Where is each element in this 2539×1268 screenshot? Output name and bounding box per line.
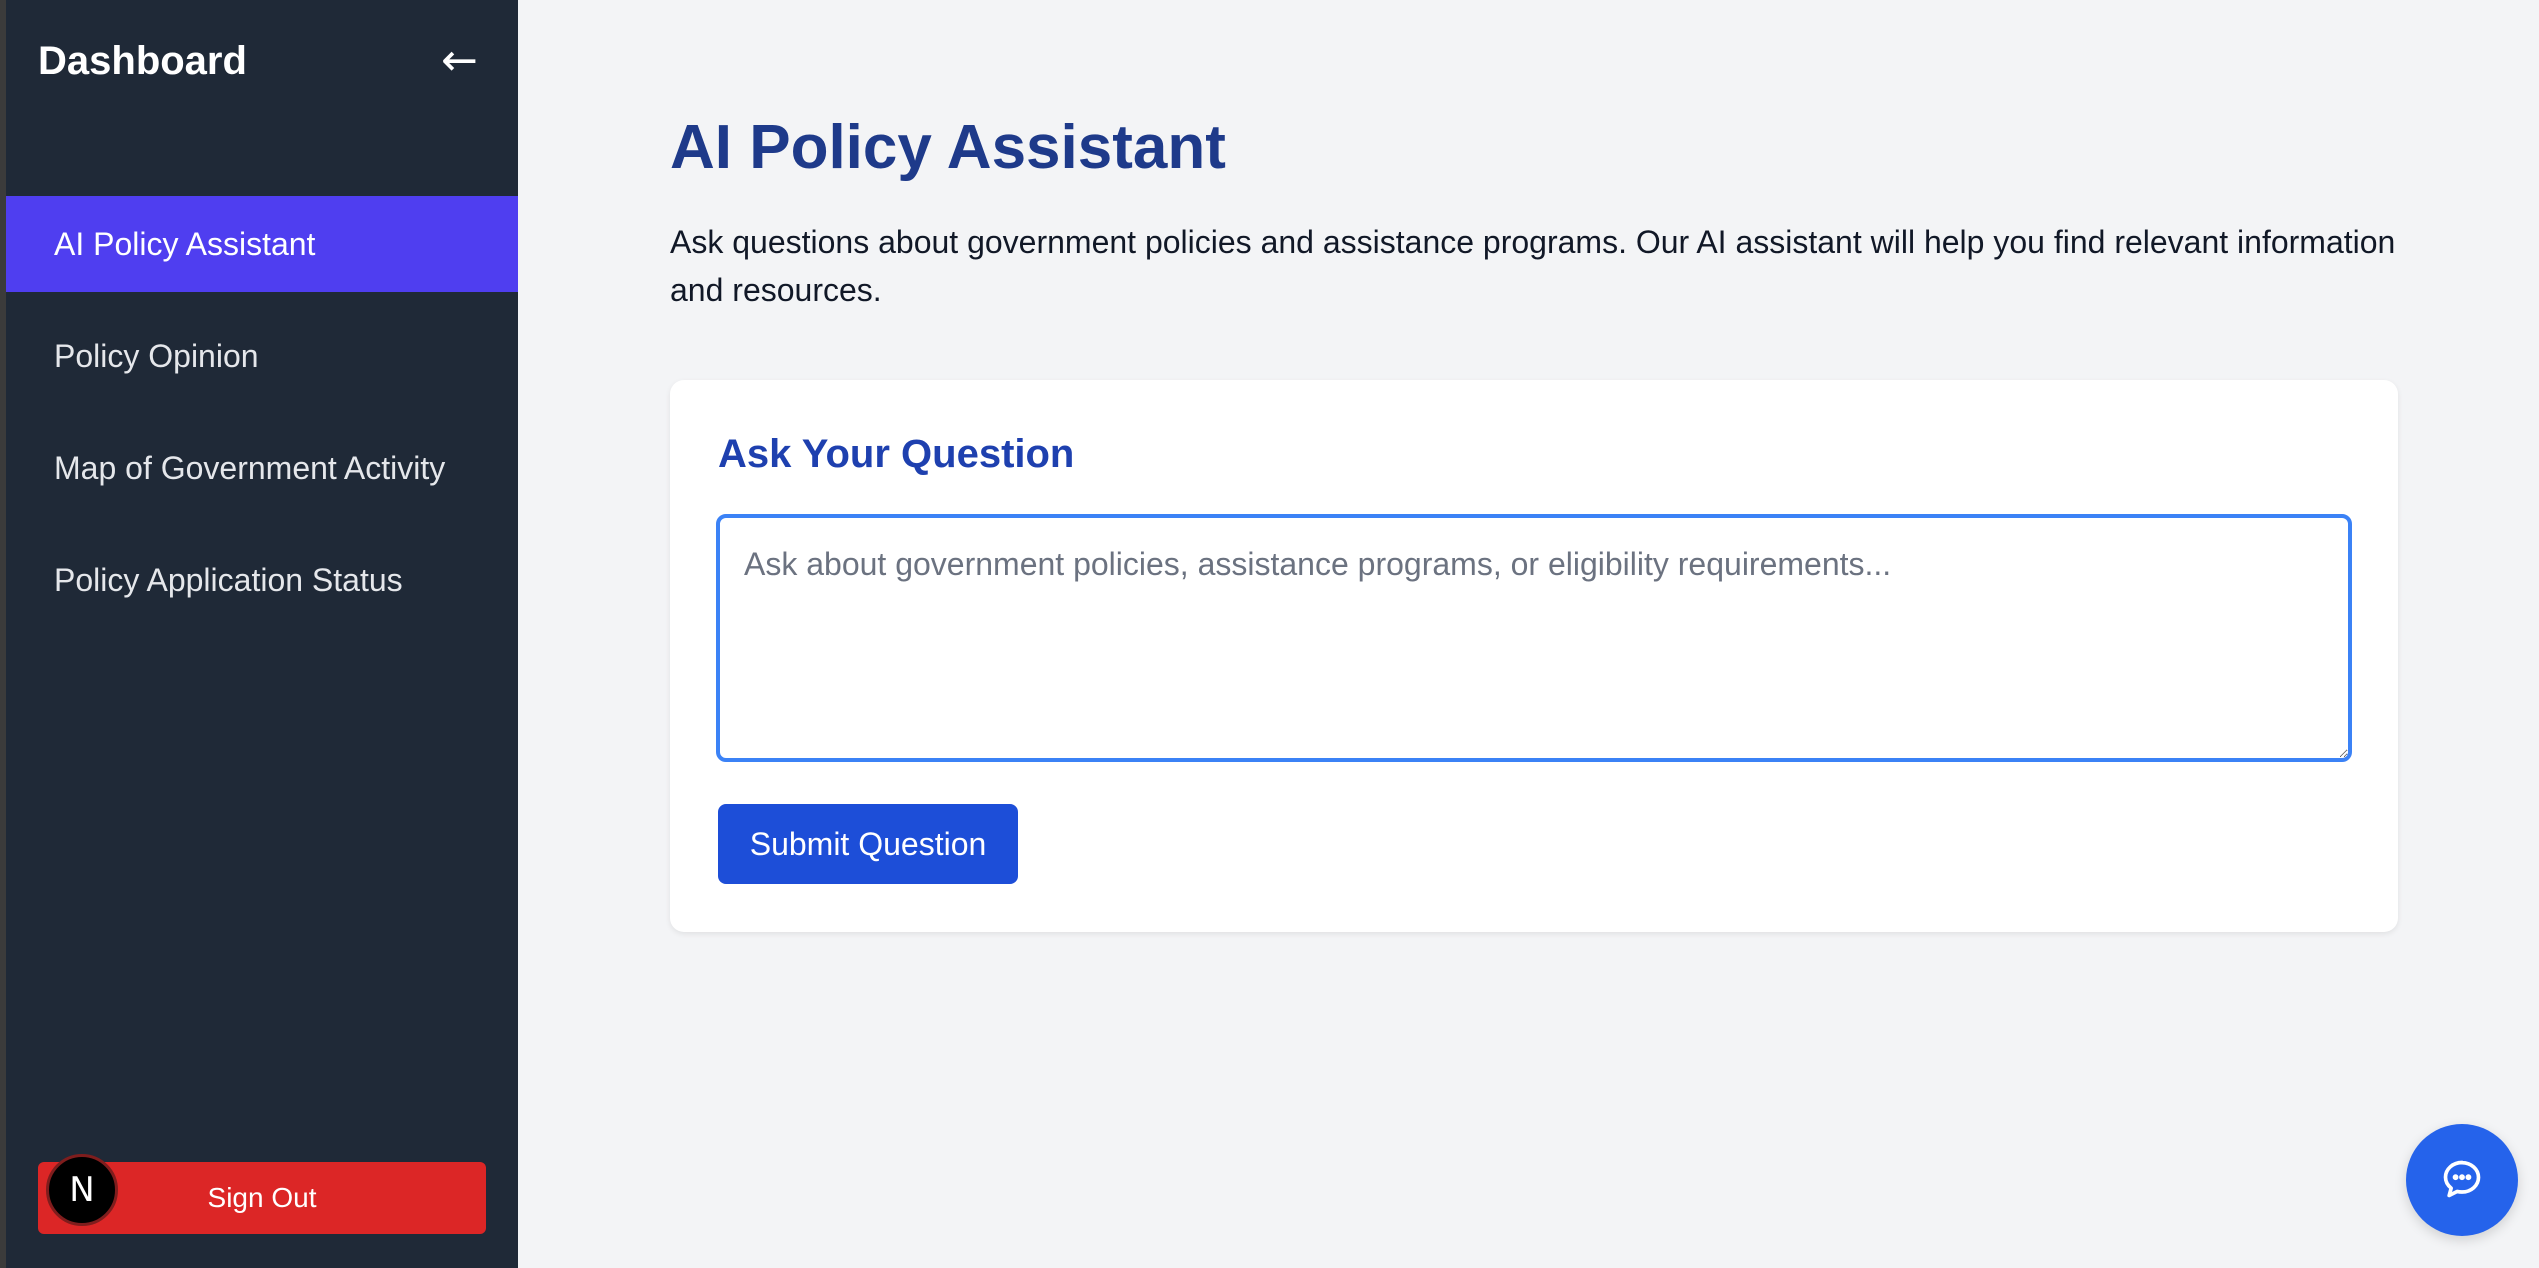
question-card: Ask Your Question Submit Question [670, 380, 2398, 932]
sidebar-item-ai-policy-assistant[interactable]: AI Policy Assistant [6, 196, 518, 292]
sidebar-nav: AI Policy Assistant Policy Opinion Map o… [6, 196, 518, 644]
page-description: Ask questions about government policies … [670, 224, 2396, 308]
question-input[interactable] [716, 514, 2352, 762]
avatar[interactable]: N [46, 1154, 118, 1226]
sign-out-area: Sign Out N [38, 1154, 486, 1234]
sidebar-title: Dashboard [38, 38, 247, 83]
sidebar-item-policy-application-status[interactable]: Policy Application Status [6, 532, 518, 628]
sidebar-item-label: Map of Government Activity [54, 449, 446, 486]
sidebar-item-label: AI Policy Assistant [54, 225, 316, 262]
submit-question-button[interactable]: Submit Question [718, 804, 1018, 884]
sidebar-item-policy-opinion[interactable]: Policy Opinion [6, 308, 518, 404]
sidebar: Dashboard ← AI Policy Assistant Policy O… [0, 0, 518, 1268]
sidebar-item-label: Policy Opinion [54, 337, 259, 374]
app: Dashboard ← AI Policy Assistant Policy O… [0, 0, 2539, 1268]
sidebar-header: Dashboard ← [38, 36, 478, 86]
chat-widget-button[interactable] [2406, 1124, 2518, 1236]
collapse-sidebar-icon[interactable]: ← [441, 39, 478, 83]
sidebar-item-map-of-government-activity[interactable]: Map of Government Activity [6, 420, 518, 516]
chat-bubble-icon [2440, 1157, 2484, 1204]
page-title: AI Policy Assistant [670, 113, 1226, 182]
sidebar-item-label: Policy Application Status [54, 561, 403, 598]
card-title: Ask Your Question [718, 432, 1075, 476]
